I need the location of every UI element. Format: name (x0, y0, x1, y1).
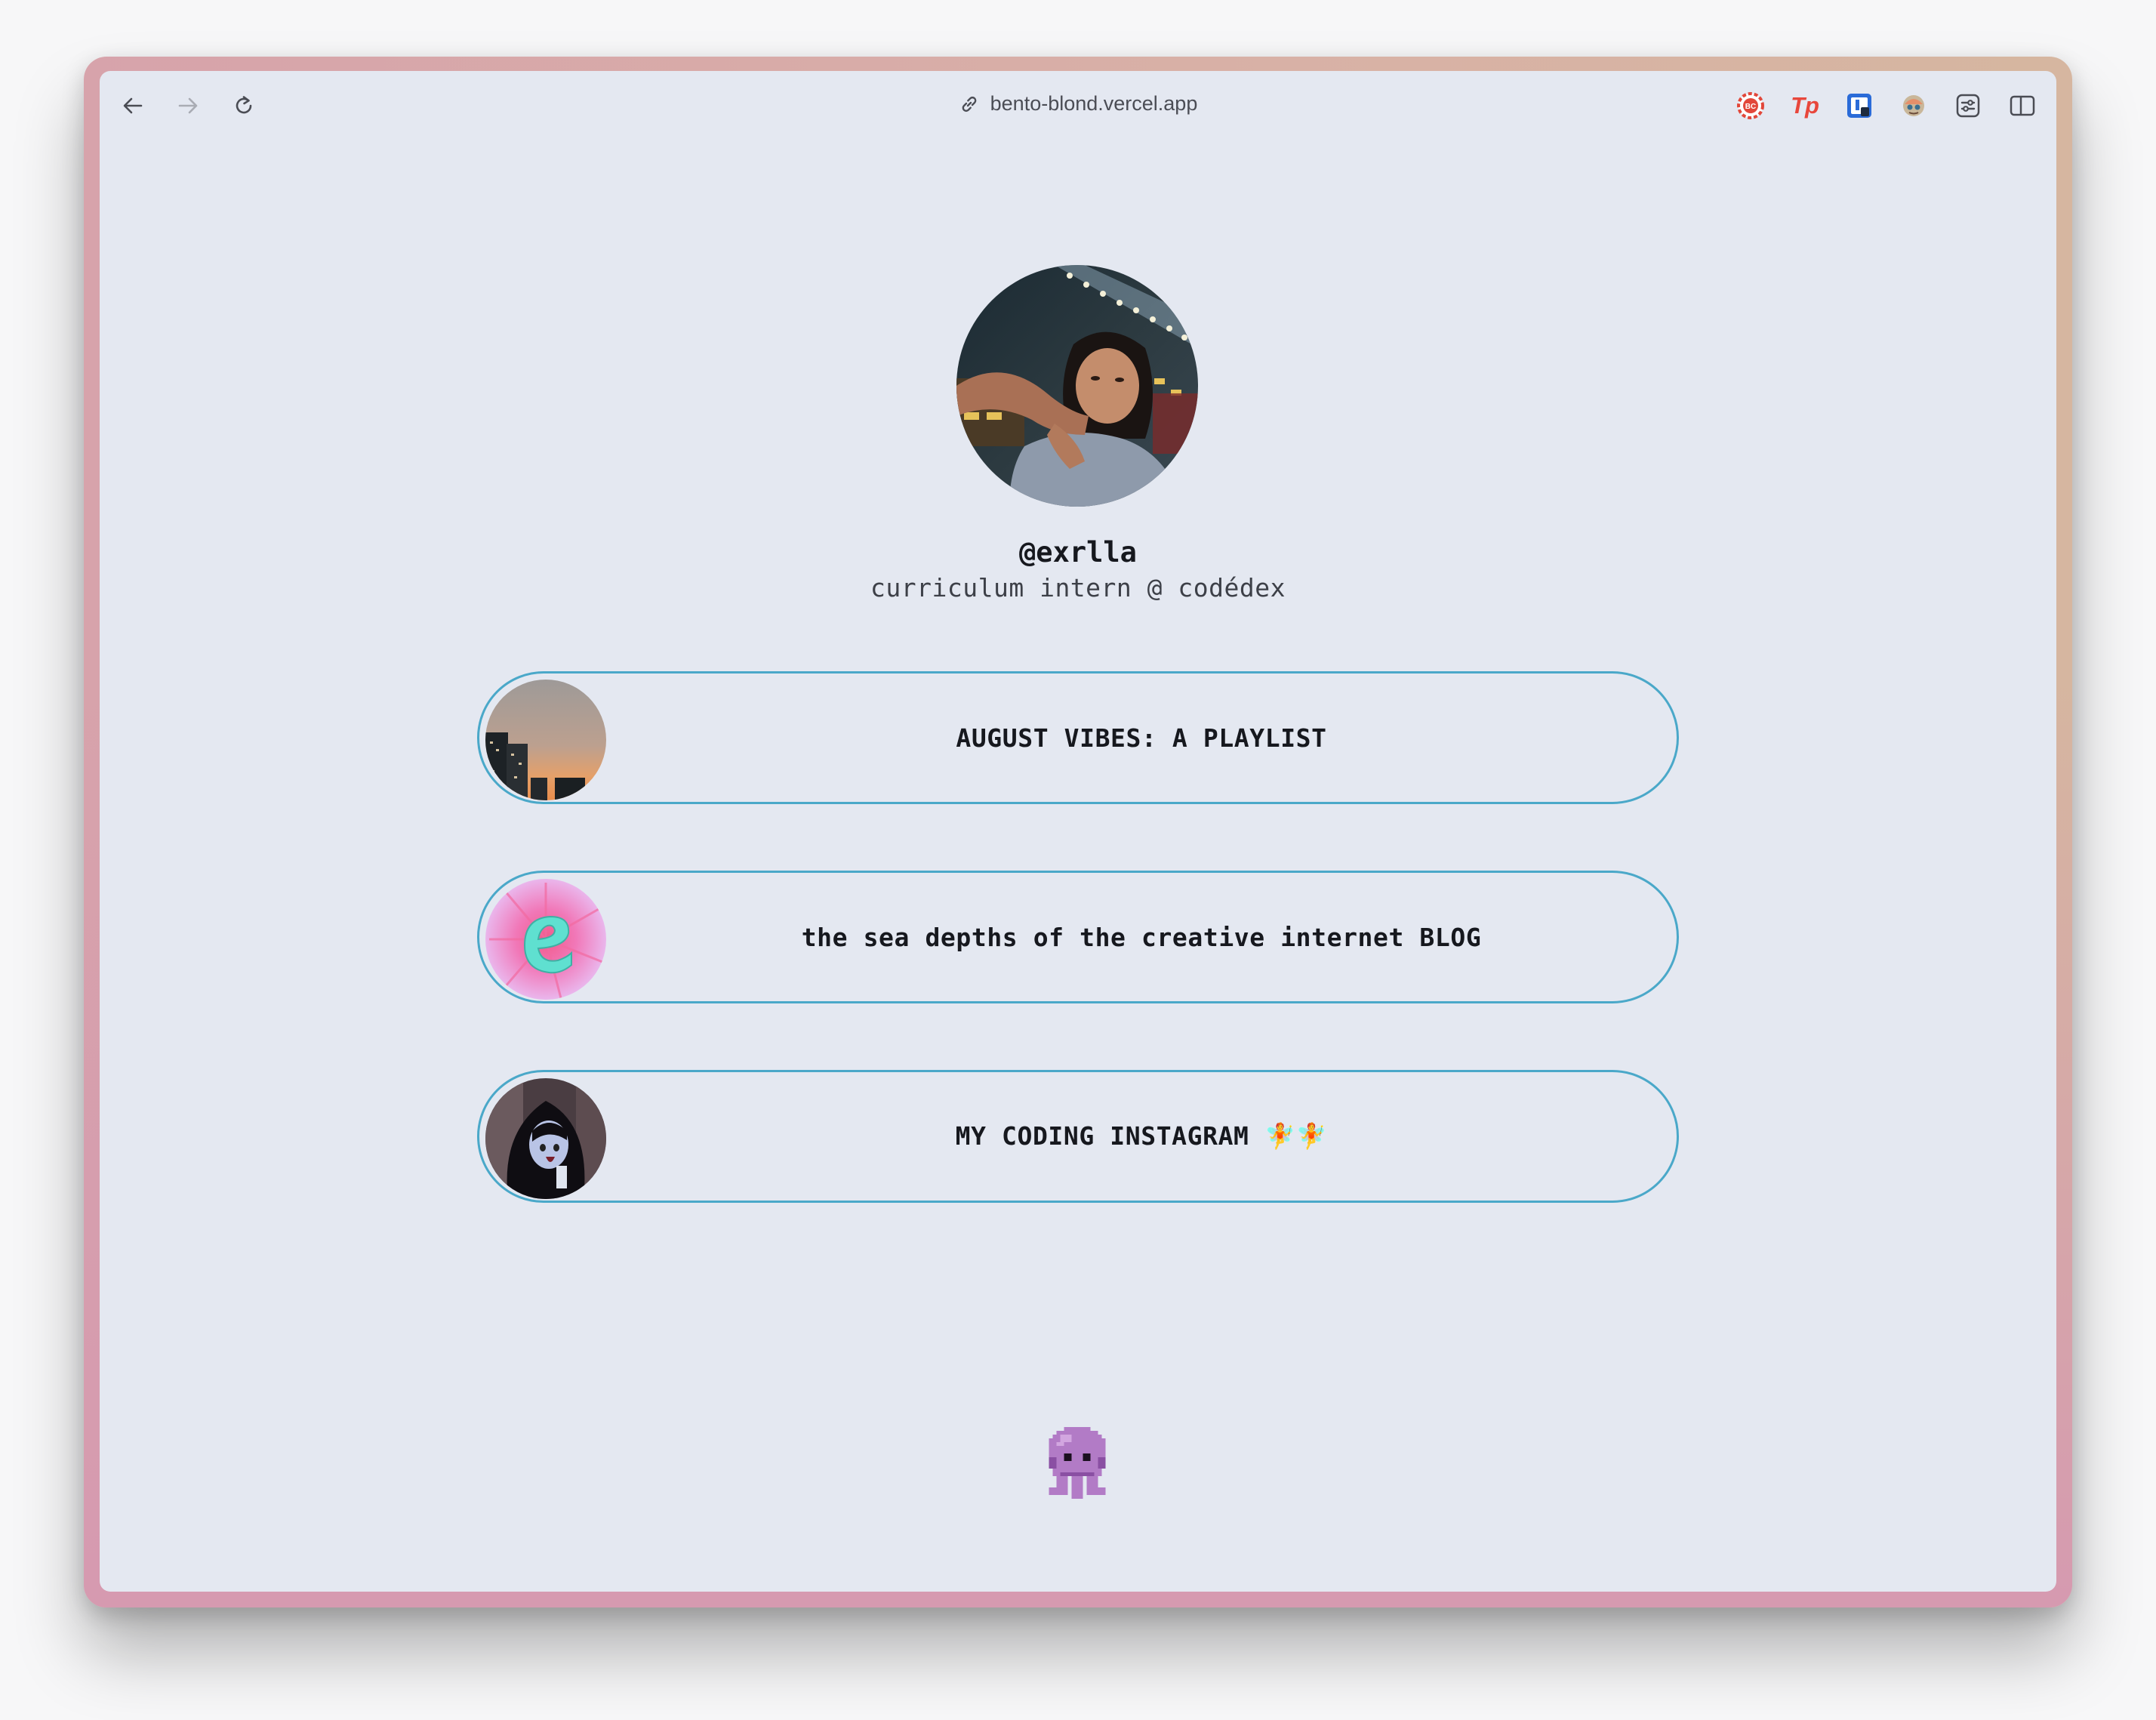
link-label: AUGUST VIBES: A PLAYLIST (956, 723, 1327, 753)
link-icon (962, 96, 976, 112)
tp-extension-button[interactable]: Tp (1788, 89, 1822, 122)
profile-avatar (956, 265, 1198, 507)
settings-extension-button[interactable] (1951, 89, 1985, 122)
link-card-instagram[interactable]: MY CODING INSTAGRAM 🧚🧚 (477, 1070, 1679, 1203)
settings-extension-icon (1956, 94, 1980, 118)
city-sunset-thumbnail (485, 680, 606, 800)
avatar-extension-button[interactable] (1897, 89, 1930, 122)
browser-window: bento-blond.vercel.app BC Tp @exrlla cur… (100, 71, 2056, 1592)
link-label: MY CODING INSTAGRAM 🧚🧚 (955, 1121, 1328, 1151)
link-card-playlist[interactable]: AUGUST VIBES: A PLAYLIST (477, 671, 1679, 804)
avatar-extension-icon (1903, 95, 1924, 116)
bc-extension-button[interactable]: BC (1734, 89, 1767, 122)
purple-octopus-mascot[interactable] (1045, 1427, 1110, 1503)
letter-e-thumbnail (485, 879, 606, 1000)
password-extension-button[interactable] (1843, 89, 1876, 122)
link-card-blog[interactable]: the sea depths of the creative internet … (477, 871, 1679, 1003)
svg-text:BC: BC (1745, 103, 1756, 111)
tp-extension-icon: Tp (1791, 92, 1819, 119)
browser-toolbar: bento-blond.vercel.app BC Tp (100, 71, 2056, 139)
profile-bio: curriculum intern @ codédex (870, 573, 1286, 603)
browser-frame: bento-blond.vercel.app BC Tp @exrlla cur… (84, 57, 2072, 1607)
link-label: the sea depths of the creative internet … (801, 922, 1482, 952)
sidebar-toggle-button[interactable] (2006, 89, 2039, 122)
password-extension-icon (1847, 94, 1871, 118)
bc-extension-icon: BC (1737, 92, 1764, 119)
character-thumbnail (485, 1078, 606, 1199)
profile-username: @exrlla (1019, 536, 1137, 569)
sidebar-toggle-icon (2010, 95, 2035, 116)
url-text: bento-blond.vercel.app (990, 92, 1198, 115)
